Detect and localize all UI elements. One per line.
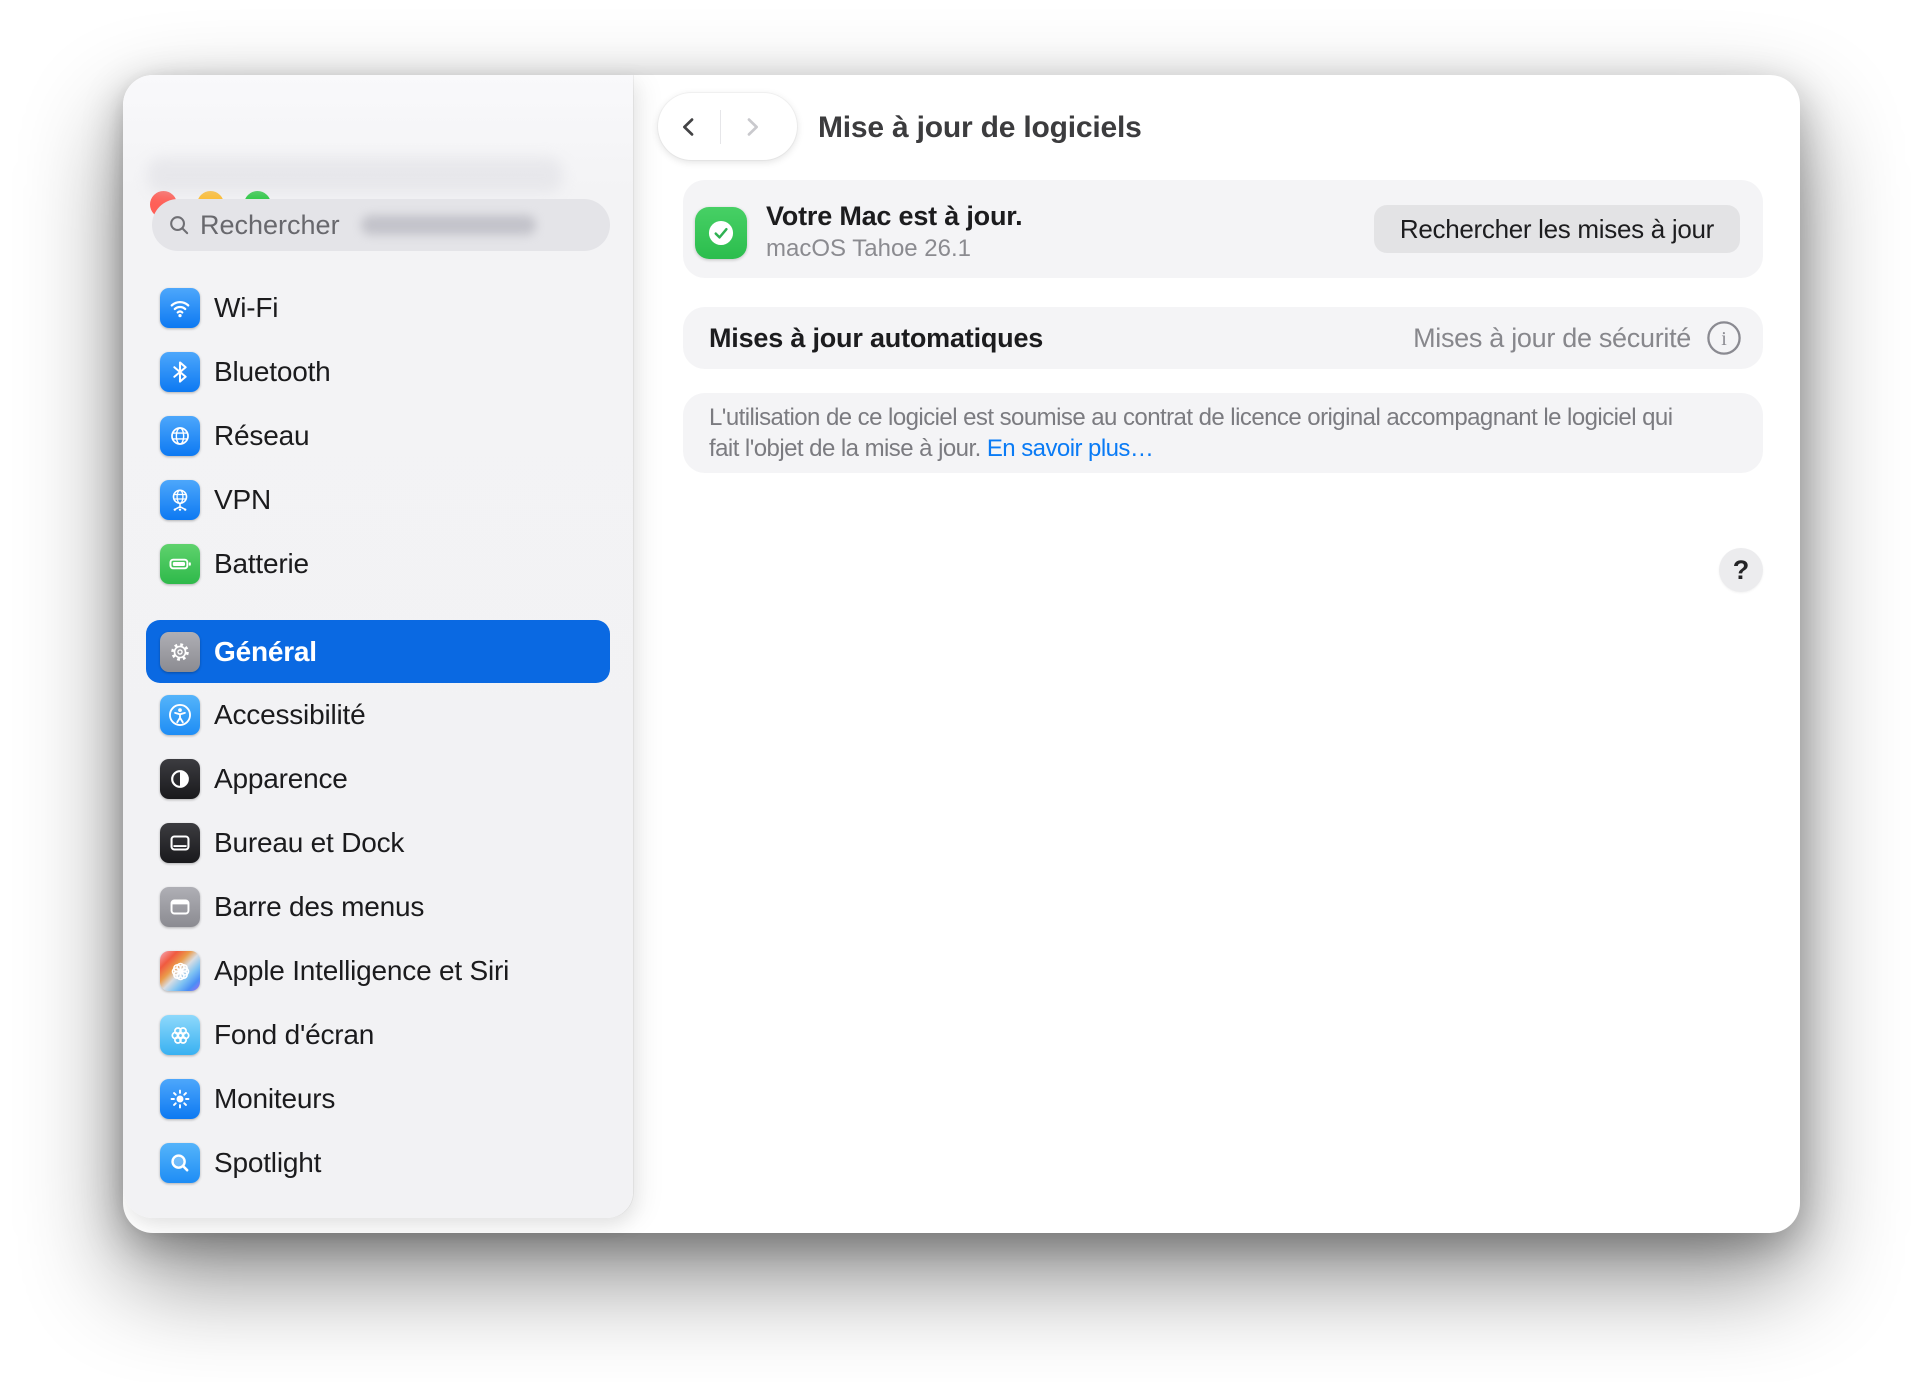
sidebar-item-label: Apple Intelligence et Siri bbox=[214, 955, 510, 986]
sidebar-item-label: VPN bbox=[214, 484, 271, 515]
license-card: L'utilisation de ce logiciel est soumise… bbox=[683, 393, 1763, 473]
sidebar-item-wifi[interactable]: Wi-Fi bbox=[123, 276, 633, 340]
sidebar-item-label: Batterie bbox=[214, 548, 309, 579]
check-updates-button[interactable]: Rechercher les mises à jour bbox=[1373, 205, 1740, 253]
system-settings-window: Wi-Fi Bluetooth Réseau bbox=[123, 75, 1800, 1233]
update-status-title: Votre Mac est à jour. bbox=[766, 201, 1023, 231]
appearance-icon bbox=[160, 759, 200, 799]
sidebar: Wi-Fi Bluetooth Réseau bbox=[123, 75, 633, 1218]
displays-icon bbox=[160, 1079, 200, 1119]
license-text-line1: L'utilisation de ce logiciel est soumise… bbox=[709, 404, 1673, 431]
sidebar-item-label: Bureau et Dock bbox=[214, 827, 405, 858]
gear-icon bbox=[160, 631, 200, 672]
sidebar-item-label: Wi-Fi bbox=[214, 292, 279, 323]
sidebar-item-network[interactable]: Réseau bbox=[123, 404, 633, 468]
sidebar-item-battery[interactable]: Batterie bbox=[123, 532, 633, 596]
sidebar-item-general[interactable]: Général bbox=[146, 620, 610, 683]
svg-text:i: i bbox=[1721, 328, 1727, 350]
sidebar-item-bluetooth[interactable]: Bluetooth bbox=[123, 340, 633, 404]
forward-button[interactable] bbox=[721, 93, 783, 160]
sidebar-item-spotlight[interactable]: Spotlight bbox=[123, 1131, 633, 1195]
update-status-card: Votre Mac est à jour. macOS Tahoe 26.1 R… bbox=[683, 180, 1763, 278]
help-button[interactable]: ? bbox=[1719, 548, 1763, 592]
sidebar-item-label: Général bbox=[214, 635, 317, 667]
sidebar-item-accessibility[interactable]: Accessibilité bbox=[123, 683, 633, 747]
nav-pill bbox=[658, 93, 797, 160]
sidebar-item-wallpaper[interactable]: Fond d'écran bbox=[123, 1003, 633, 1067]
wallpaper-icon bbox=[160, 1015, 200, 1055]
sidebar-item-appearance[interactable]: Apparence bbox=[123, 747, 633, 811]
sidebar-item-label: Spotlight bbox=[214, 1147, 322, 1178]
apple-intelligence-icon bbox=[160, 951, 200, 991]
sidebar-item-desktop-dock[interactable]: Bureau et Dock bbox=[123, 811, 633, 875]
sidebar-item-menu-bar[interactable]: Barre des menus bbox=[123, 875, 633, 939]
chevron-left-icon bbox=[683, 117, 694, 136]
search-icon bbox=[170, 216, 189, 235]
sidebar-nav: Wi-Fi Bluetooth Réseau VPN Batterie Géné… bbox=[123, 276, 633, 1195]
sidebar-item-label: Fond d'écran bbox=[214, 1019, 375, 1050]
info-icon[interactable]: i bbox=[1705, 319, 1743, 357]
sidebar-item-vpn[interactable]: VPN bbox=[123, 468, 633, 532]
page-title: Mise à jour de logiciels bbox=[818, 111, 1142, 144]
automatic-updates-label: Mises à jour automatiques bbox=[709, 322, 1044, 353]
sidebar-item-label: Barre des menus bbox=[214, 891, 425, 922]
battery-icon bbox=[160, 544, 200, 584]
vpn-globe-icon bbox=[160, 480, 200, 520]
globe-icon bbox=[160, 416, 200, 456]
sidebar-item-label: Bluetooth bbox=[214, 356, 331, 387]
spotlight-icon bbox=[160, 1143, 200, 1183]
sidebar-item-displays[interactable]: Moniteurs bbox=[123, 1067, 633, 1131]
automatic-updates-row: Mises à jour automatiques Mises à jour d… bbox=[683, 307, 1763, 369]
menu-bar-icon bbox=[160, 887, 200, 927]
desktop-dock-icon bbox=[160, 823, 200, 863]
sidebar-item-label: Apparence bbox=[214, 763, 348, 794]
sidebar-item-apple-intelligence-siri[interactable]: Apple Intelligence et Siri bbox=[123, 939, 633, 1003]
chevron-right-icon bbox=[747, 117, 758, 136]
bluetooth-icon bbox=[160, 352, 200, 392]
sidebar-item-label: Moniteurs bbox=[214, 1083, 336, 1114]
macos-version: macOS Tahoe 26.1 bbox=[766, 235, 972, 262]
automatic-updates-value: Mises à jour de sécurité bbox=[1413, 322, 1691, 353]
main-content: Mise à jour de logiciels Votre Mac est à… bbox=[633, 75, 1800, 1233]
update-check-icon bbox=[695, 207, 747, 259]
sidebar-item-label: Accessibilité bbox=[214, 699, 366, 730]
accessibility-icon bbox=[160, 695, 200, 735]
back-button[interactable] bbox=[658, 93, 720, 160]
sidebar-item-label: Réseau bbox=[214, 420, 310, 451]
license-text-line2: fait l'objet de la mise à jour. bbox=[709, 435, 981, 462]
wifi-icon bbox=[160, 288, 200, 328]
learn-more-link[interactable]: En savoir plus… bbox=[987, 435, 1154, 462]
redacted-blur bbox=[361, 215, 536, 235]
redacted-blur bbox=[147, 157, 563, 193]
